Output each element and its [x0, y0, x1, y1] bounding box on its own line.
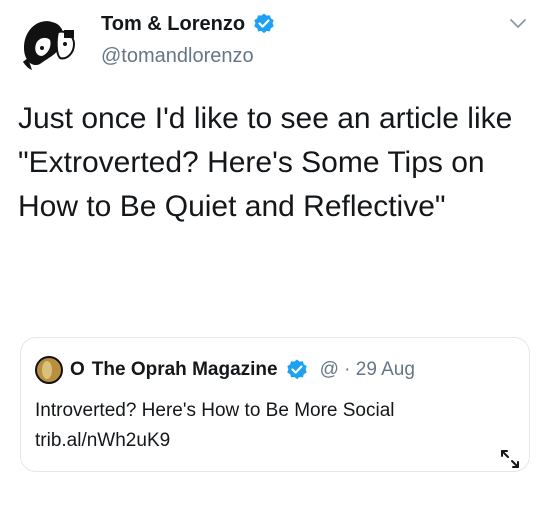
chevron-down-icon[interactable]: [506, 12, 530, 36]
quoted-author-name[interactable]: The Oprah Magazine: [92, 359, 278, 381]
verified-badge-icon: [285, 358, 309, 382]
quoted-tweet-card[interactable]: O The Oprah Magazine @ · 29 Aug Introver…: [20, 337, 530, 472]
author-name-row[interactable]: Tom & Lorenzo: [101, 12, 276, 36]
quoted-tweet-meta: @ · 29 Aug: [319, 359, 415, 380]
verified-badge-icon: [252, 12, 276, 36]
author-avatar[interactable]: [18, 14, 80, 76]
quoted-tweet-text: Introverted? Here's How to Be More Socia…: [35, 400, 395, 451]
quoted-tweet-header: O The Oprah Magazine @ · 29 Aug: [35, 356, 415, 384]
tweet-text: Just once I'd like to see an article lik…: [18, 102, 513, 223]
quoted-author-prefix: O: [70, 359, 85, 380]
expand-arrows-icon[interactable]: [499, 448, 521, 470]
quoted-author-avatar[interactable]: [35, 356, 63, 384]
author-name[interactable]: Tom & Lorenzo: [101, 13, 245, 36]
author-handle[interactable]: @tomandlorenzo: [101, 45, 254, 68]
